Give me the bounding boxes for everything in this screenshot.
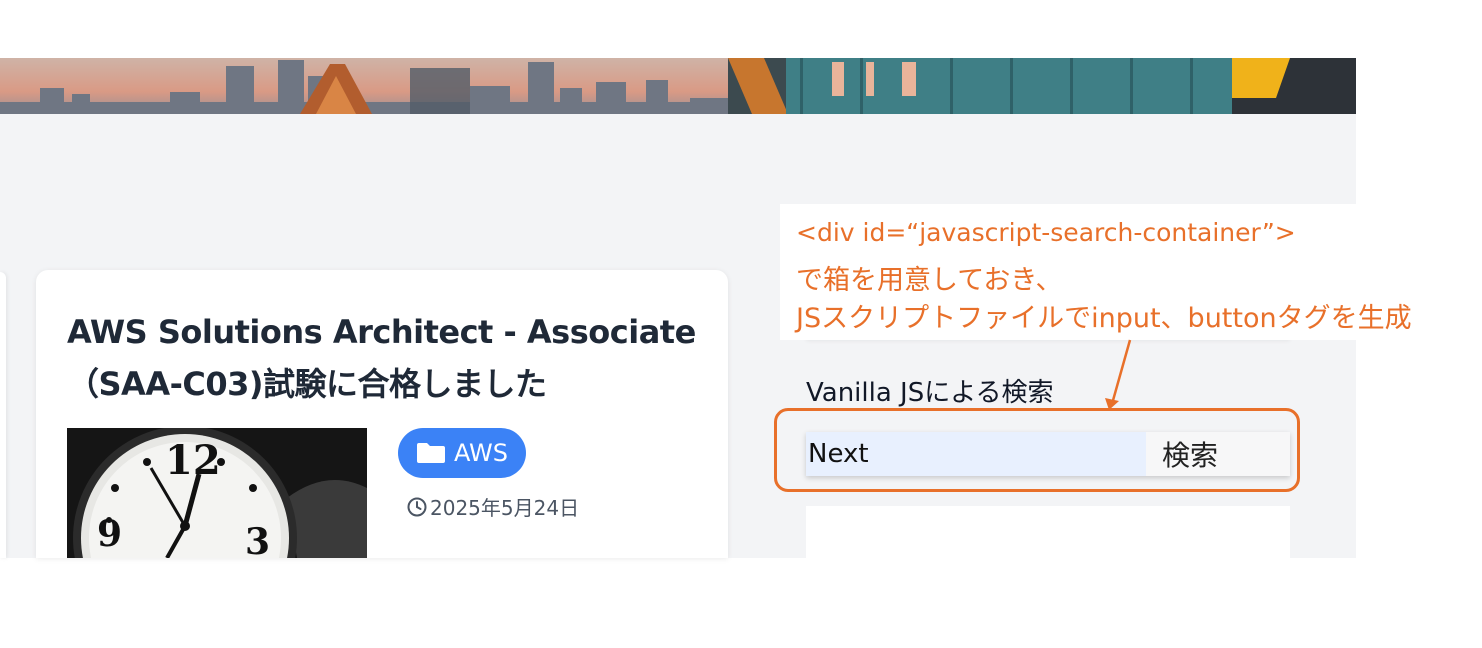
post-card[interactable]: AWS Solutions Architect - Associate（SAA-…: [36, 270, 728, 558]
clock-icon: [406, 496, 428, 518]
category-chip-aws[interactable]: AWS: [398, 428, 526, 478]
hero-banner-image: [0, 58, 1356, 114]
category-label: AWS: [453, 439, 509, 467]
post-title[interactable]: AWS Solutions Architect - Associate（SAA-…: [67, 306, 707, 410]
annotation-line-1: <div id=“javascript-search-container”>: [796, 218, 1296, 247]
search-results-box: [806, 506, 1290, 558]
post-thumbnail-clock-image[interactable]: 12 9 3: [67, 428, 367, 558]
post-date: 2025年5月24日: [406, 492, 579, 521]
svg-text:12: 12: [165, 437, 221, 484]
previous-post-card-edge: [0, 272, 6, 558]
annotation-line-2: で箱を用意しておき、: [796, 265, 1063, 296]
search-widget-title: Vanilla JSによる検索: [806, 378, 1054, 408]
post-date-text: 2025年5月24日: [430, 496, 580, 520]
search-highlight-ring: [774, 408, 1300, 492]
svg-text:3: 3: [245, 521, 270, 558]
annotation-arrow: [1105, 339, 1132, 410]
annotation-line-3: JSスクリプトファイルでinput、buttonタグを生成: [796, 303, 1412, 334]
folder-icon: [416, 442, 446, 464]
